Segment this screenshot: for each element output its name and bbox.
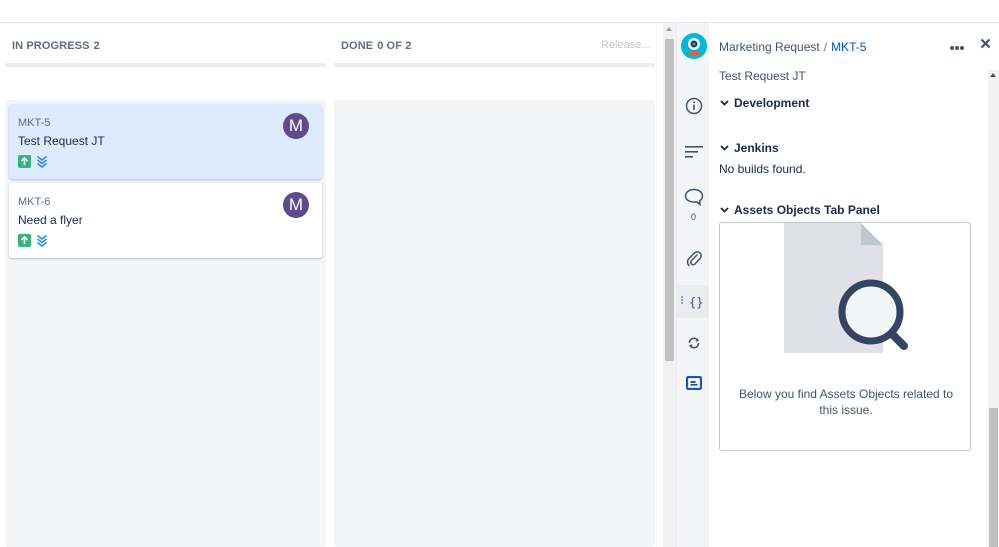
column-in-progress: MKT-5 Test Request JT M MKT-6 Need a fly… bbox=[5, 100, 326, 547]
column-name: DONE bbox=[341, 40, 374, 52]
chevron-down-icon bbox=[719, 143, 729, 153]
assets-caption: Below you find Assets Objects related to… bbox=[738, 387, 954, 417]
scroll-up-arrow-icon[interactable] bbox=[990, 73, 996, 77]
column-count: 2 bbox=[93, 40, 100, 52]
more-icon bbox=[950, 46, 964, 50]
story-icon bbox=[18, 155, 31, 168]
issue-key[interactable]: MKT-5 bbox=[18, 117, 50, 129]
chevron-down-icon bbox=[719, 205, 729, 215]
breadcrumb-project[interactable]: Marketing Request bbox=[719, 40, 820, 54]
comment-count: 0 bbox=[690, 212, 696, 222]
assets-icon[interactable] bbox=[677, 372, 710, 394]
column-count: 0 OF 2 bbox=[377, 40, 412, 52]
section-title: Assets Objects Tab Panel bbox=[734, 203, 880, 217]
svg-text:{}: {} bbox=[689, 295, 703, 309]
section-jenkins[interactable]: Jenkins bbox=[719, 141, 779, 155]
breadcrumb: Marketing Request / MKT-5 bbox=[719, 40, 866, 54]
section-title: Jenkins bbox=[734, 141, 779, 155]
column-done bbox=[334, 100, 655, 547]
scrollbar-thumb[interactable] bbox=[989, 408, 998, 547]
more-actions-button[interactable] bbox=[949, 39, 965, 54]
breadcrumb-separator: / bbox=[823, 40, 828, 54]
scrollbar-thumb[interactable] bbox=[665, 39, 674, 361]
board-scrollbar[interactable] bbox=[663, 23, 676, 547]
issue-detail-panel: Marketing Request / MKT-5 Test Request J… bbox=[709, 23, 999, 547]
issue-side-rail: 0 {} bbox=[676, 23, 710, 547]
project-avatar-icon[interactable] bbox=[677, 32, 710, 60]
top-bar bbox=[0, 0, 999, 23]
story-icon bbox=[18, 234, 31, 247]
section-development[interactable]: Development bbox=[719, 96, 809, 110]
chevron-down-icon bbox=[719, 98, 729, 108]
breadcrumb-issue-key[interactable]: MKT-5 bbox=[831, 40, 866, 54]
section-assets[interactable]: Assets Objects Tab Panel bbox=[719, 203, 880, 217]
board: IN PROGRESS 2 DONE 0 OF 2 Release... MKT-5… bbox=[0, 23, 663, 547]
close-button[interactable] bbox=[980, 36, 991, 53]
issue-card-mkt-5[interactable]: MKT-5 Test Request JT M bbox=[9, 104, 322, 179]
code-icon[interactable]: {} bbox=[677, 285, 710, 318]
column-name: IN PROGRESS bbox=[12, 40, 90, 52]
issue-key[interactable]: MKT-6 bbox=[18, 196, 50, 208]
jenkins-status-text: No builds found. bbox=[719, 162, 806, 176]
sync-icon[interactable] bbox=[677, 332, 710, 354]
scroll-up-arrow-icon[interactable] bbox=[666, 27, 672, 31]
release-link[interactable]: Release... bbox=[601, 39, 651, 51]
assets-panel: Below you find Assets Objects related to… bbox=[719, 222, 971, 451]
section-title: Development bbox=[734, 96, 810, 110]
assignee-avatar[interactable]: M bbox=[283, 192, 309, 218]
column-header-done: DONE 0 OF 2 bbox=[341, 40, 411, 52]
activity-icon[interactable] bbox=[677, 141, 710, 163]
issue-summary[interactable]: Test Request JT bbox=[719, 69, 806, 83]
issue-summary: Need a flyer bbox=[18, 213, 83, 227]
close-icon bbox=[980, 38, 991, 49]
priority-lowest-icon bbox=[35, 234, 48, 247]
issue-summary: Test Request JT bbox=[18, 134, 105, 148]
column-divider bbox=[5, 63, 326, 67]
info-icon[interactable] bbox=[677, 95, 710, 117]
document-search-icon bbox=[784, 223, 908, 353]
issue-card-mkt-6[interactable]: MKT-6 Need a flyer M bbox=[9, 183, 322, 258]
priority-lowest-icon bbox=[35, 155, 48, 168]
attachment-icon[interactable] bbox=[677, 248, 710, 270]
comment-icon[interactable] bbox=[677, 186, 710, 208]
column-header-in-progress: IN PROGRESS 2 bbox=[12, 40, 100, 52]
assignee-avatar[interactable]: M bbox=[283, 113, 309, 139]
column-divider bbox=[334, 63, 655, 67]
panel-scrollbar[interactable] bbox=[988, 70, 999, 547]
